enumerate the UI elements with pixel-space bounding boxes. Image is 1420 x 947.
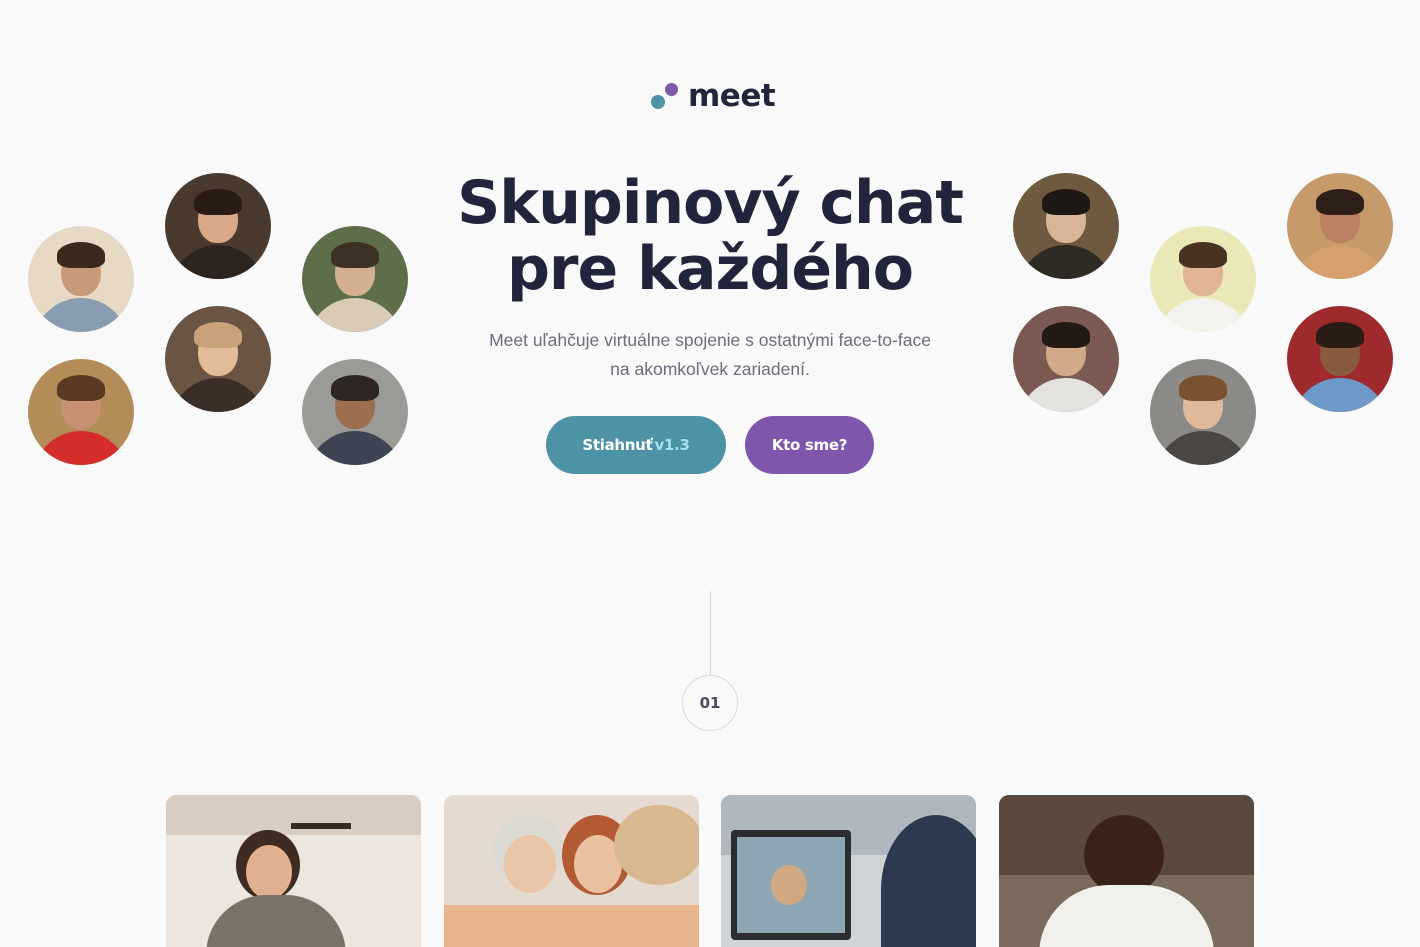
avatar-older-man xyxy=(302,359,408,465)
hero-title-line1: Skupinový chat xyxy=(457,168,964,238)
about-button-label: Kto sme? xyxy=(771,436,848,454)
download-button[interactable]: Stiahnuť v1.3 xyxy=(546,416,726,474)
avatar-young-man xyxy=(28,226,134,332)
card-women-phone[interactable] xyxy=(444,795,699,947)
download-button-label: Stiahnuť xyxy=(582,436,653,454)
brand-logo[interactable]: meet xyxy=(650,78,776,114)
avatar-man-blossoms xyxy=(1013,306,1119,412)
card-man-reading[interactable] xyxy=(999,795,1254,947)
avatar-blonde-woman xyxy=(165,306,271,412)
avatar-smiling-woman xyxy=(165,173,271,279)
hero-title: Skupinový chat pre každého xyxy=(410,170,1010,302)
avatar-bearded-man xyxy=(28,359,134,465)
avatar-couple xyxy=(1287,173,1393,279)
about-button[interactable]: Kto sme? xyxy=(745,416,874,474)
section-divider xyxy=(710,591,711,676)
download-version: v1.3 xyxy=(654,436,690,454)
avatar-man-jacket xyxy=(302,226,408,332)
logo-dots-icon xyxy=(650,81,680,111)
hero-subtitle: Meet uľahčuje virtuálne spojenie s ostat… xyxy=(489,330,931,379)
brand-name: meet xyxy=(688,78,776,114)
hero-title-line2: pre každého xyxy=(506,234,914,304)
avatar-curly-man xyxy=(1150,359,1256,465)
step-badge: 01 xyxy=(682,675,738,731)
card-video-call[interactable] xyxy=(721,795,976,947)
avatar-woman-red-wall xyxy=(1287,306,1393,412)
avatar-man-sunglasses xyxy=(1013,173,1119,279)
avatar-laughing-man xyxy=(1150,226,1256,332)
card-woman-kitchen[interactable] xyxy=(166,795,421,947)
